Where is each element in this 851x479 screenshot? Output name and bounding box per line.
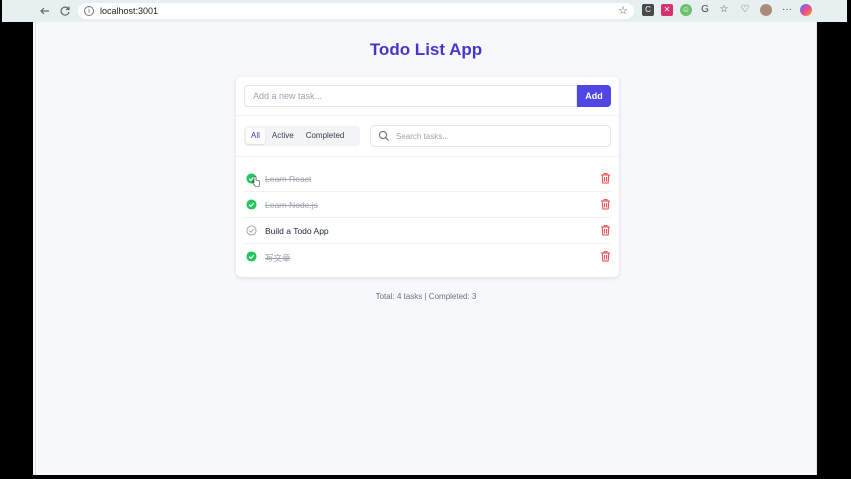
new-task-input[interactable] <box>244 85 577 107</box>
favorites-icon[interactable]: ☆ <box>718 4 730 16</box>
task-label: Build a Todo App <box>265 226 329 236</box>
search-box <box>370 125 611 147</box>
left-gutter <box>2 22 33 475</box>
filter-tabs: All Active Completed <box>244 126 360 146</box>
add-task-row: Add <box>244 85 611 107</box>
hand-cursor-icon <box>252 176 260 187</box>
more-menu-icon[interactable]: ··· <box>781 4 793 16</box>
task-item: Build a Todo App <box>236 218 619 244</box>
todo-card: Add All Active Completed <box>236 77 619 277</box>
bookmark-star-icon[interactable]: ☆ <box>618 4 628 17</box>
filter-completed[interactable]: Completed <box>301 128 350 144</box>
task-label: Learn Node.js <box>265 200 318 210</box>
task-item: Learn Node.js <box>236 192 619 218</box>
reload-icon[interactable] <box>56 2 74 20</box>
extension-green-icon[interactable]: ☺ <box>680 4 692 16</box>
browser-toolbar: i localhost:3001 ☆ C ✕ ☺ G ☆ ♡ ··· <box>2 0 847 22</box>
trash-icon[interactable] <box>600 224 611 236</box>
site-info-icon[interactable]: i <box>84 6 94 16</box>
task-item: 写文章 <box>236 244 619 270</box>
address-bar[interactable]: i localhost:3001 ☆ <box>78 3 634 19</box>
trash-icon[interactable] <box>600 198 611 210</box>
extension-x-icon[interactable]: ✕ <box>661 4 673 16</box>
copilot-icon[interactable] <box>800 4 812 16</box>
filter-active[interactable]: Active <box>267 128 299 144</box>
page-title: Todo List App <box>369 40 483 59</box>
divider <box>236 156 619 157</box>
task-item: Learn React <box>236 166 619 192</box>
profile-avatar[interactable] <box>760 4 772 16</box>
add-button[interactable]: Add <box>577 85 611 107</box>
task-label: 写文章 <box>265 253 291 263</box>
page-content: Todo List App Add All Active Completed <box>35 22 817 475</box>
browser-window: i localhost:3001 ☆ C ✕ ☺ G ☆ ♡ ··· Todo … <box>2 0 847 475</box>
check-circle-filled-icon[interactable] <box>246 251 257 262</box>
filter-all[interactable]: All <box>246 128 265 144</box>
search-input[interactable] <box>394 130 598 142</box>
check-circle-outline-icon[interactable] <box>246 225 257 236</box>
right-gutter <box>816 22 847 475</box>
health-icon[interactable]: ♡ <box>739 4 751 16</box>
check-circle-filled-icon[interactable] <box>246 199 257 210</box>
extension-c-icon[interactable]: C <box>642 4 654 16</box>
trash-icon[interactable] <box>600 250 611 262</box>
task-summary: Total: 4 tasks | Completed: 3 <box>375 292 477 301</box>
divider <box>236 115 619 116</box>
extension-g-icon[interactable]: G <box>699 4 711 16</box>
url-text: localhost:3001 <box>100 6 159 16</box>
task-label: Learn React <box>265 174 312 184</box>
search-icon <box>378 130 389 141</box>
trash-icon[interactable] <box>600 172 611 184</box>
back-icon[interactable] <box>36 2 54 20</box>
